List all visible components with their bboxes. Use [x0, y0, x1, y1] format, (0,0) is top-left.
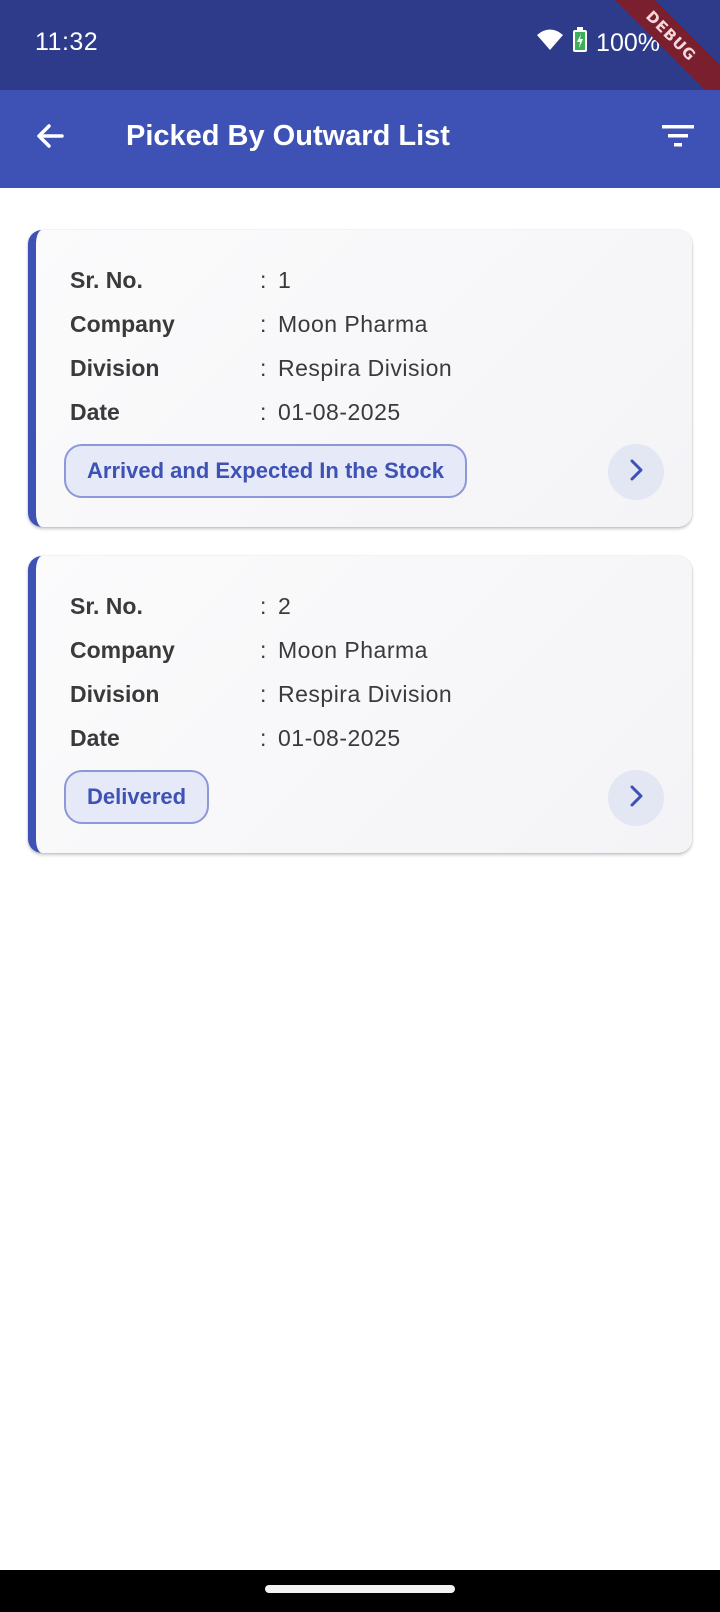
- date-row: Date : 01-08-2025: [70, 390, 452, 434]
- status-badge: Delivered: [64, 770, 210, 824]
- separator: :: [260, 266, 267, 293]
- date-value: 01-08-2025: [278, 724, 401, 751]
- status-time: 11:32: [35, 28, 99, 56]
- status-bar: 11:32 100% DEBUG: [0, 0, 720, 114]
- open-details-button[interactable]: [608, 770, 664, 826]
- open-details-button[interactable]: [608, 444, 664, 500]
- division-row: Division : Respira Division: [70, 346, 452, 390]
- outward-card[interactable]: Sr. No. : 1 Company : Moon Pharma Divisi…: [28, 230, 692, 527]
- system-nav-bar: [0, 1570, 720, 1612]
- division-row: Division : Respira Division: [70, 672, 452, 716]
- home-handle[interactable]: [265, 1585, 455, 1593]
- separator: :: [260, 398, 267, 425]
- status-badge: Arrived and Expected In the Stock: [64, 444, 467, 498]
- chevron-right-icon: [626, 457, 646, 488]
- filter-icon: [661, 123, 695, 154]
- company-row: Company : Moon Pharma: [70, 302, 452, 346]
- company-value: Moon Pharma: [278, 310, 428, 337]
- separator: :: [260, 680, 267, 707]
- division-value: Respira Division: [278, 354, 453, 381]
- division-value: Respira Division: [278, 680, 453, 707]
- back-button[interactable]: [28, 116, 72, 160]
- arrow-back-icon: [34, 120, 66, 157]
- chevron-right-icon: [626, 783, 646, 814]
- separator: :: [260, 724, 267, 751]
- separator: :: [260, 592, 267, 619]
- sr-no-row: Sr. No. : 1: [70, 258, 452, 302]
- app-bar: Picked By Outward List: [0, 90, 720, 188]
- date-label: Date: [70, 398, 120, 425]
- sr-no-value: 1: [278, 266, 292, 293]
- separator: :: [260, 354, 267, 381]
- wifi-icon: [536, 28, 564, 59]
- battery-icon: [572, 26, 588, 60]
- outward-list: Sr. No. : 1 Company : Moon Pharma Divisi…: [28, 230, 692, 882]
- division-label: Division: [70, 680, 160, 707]
- date-label: Date: [70, 724, 120, 751]
- sr-no-label: Sr. No.: [70, 592, 143, 619]
- page-title: Picked By Outward List: [126, 120, 450, 152]
- status-icons: 100%: [536, 26, 660, 60]
- company-row: Company : Moon Pharma: [70, 628, 452, 672]
- date-value: 01-08-2025: [278, 398, 401, 425]
- card-details: Sr. No. : 1 Company : Moon Pharma Divisi…: [70, 258, 452, 434]
- sr-no-row: Sr. No. : 2: [70, 584, 452, 628]
- separator: :: [260, 636, 267, 663]
- card-details: Sr. No. : 2 Company : Moon Pharma Divisi…: [70, 584, 452, 760]
- sr-no-label: Sr. No.: [70, 266, 143, 293]
- company-label: Company: [70, 636, 175, 663]
- company-value: Moon Pharma: [278, 636, 428, 663]
- sr-no-value: 2: [278, 592, 292, 619]
- date-row: Date : 01-08-2025: [70, 716, 452, 760]
- division-label: Division: [70, 354, 160, 381]
- separator: :: [260, 310, 267, 337]
- company-label: Company: [70, 310, 175, 337]
- outward-card[interactable]: Sr. No. : 2 Company : Moon Pharma Divisi…: [28, 556, 692, 853]
- filter-button[interactable]: [656, 116, 700, 160]
